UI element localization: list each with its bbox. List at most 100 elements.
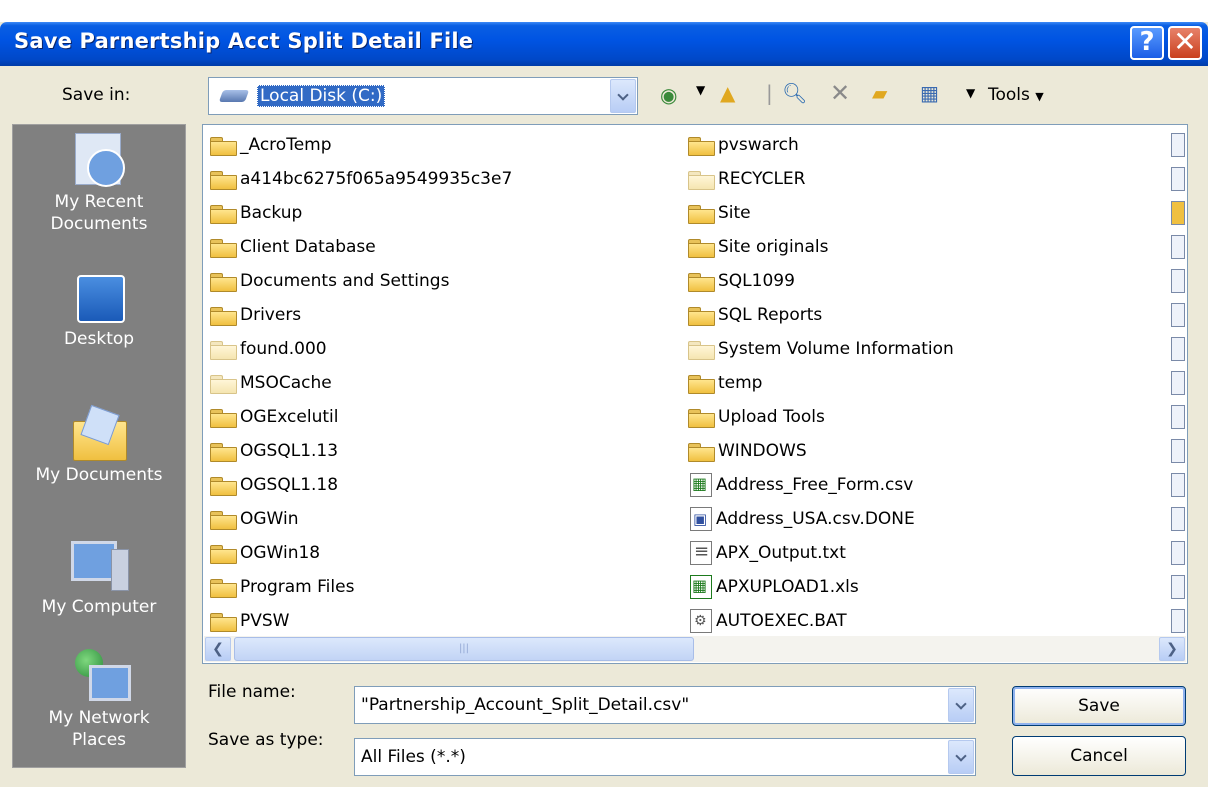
list-item[interactable]: Site [687,198,751,228]
item-label: Site originals [718,237,829,257]
place-label: My Network Places [48,708,150,750]
item-label: temp [718,373,763,393]
views-dropdown-icon[interactable]: ▼ [966,86,975,100]
folder-icon [209,577,237,598]
back-icon[interactable]: ◉ [660,83,677,107]
chevron-down-icon[interactable] [948,688,974,722]
list-item[interactable]: Drivers [209,300,301,330]
save-in-dropdown[interactable]: Local Disk (C:) [208,77,638,115]
file-name-input[interactable]: "Partnership_Account_Split_Detail.csv" [354,686,976,724]
list-item[interactable]: SQL1099 [687,266,795,296]
cancel-button[interactable]: Cancel [1012,736,1186,776]
list-item[interactable]: Documents and Settings [209,266,449,296]
list-item[interactable]: AUTOEXEC.BAT [687,606,847,636]
file-name-value: "Partnership_Account_Split_Detail.csv" [361,695,690,715]
list-item[interactable]: OGSQL1.18 [209,470,338,500]
folder-icon [209,407,237,428]
item-label: OGSQL1.13 [240,441,339,461]
save-as-type-dropdown[interactable]: All Files (*.*) [354,738,976,776]
list-item[interactable]: Upload Tools [687,402,825,432]
back-dropdown-icon[interactable]: ▼ [696,83,705,97]
list-item[interactable]: PVSW [209,606,289,636]
list-item[interactable]: Program Files [209,572,354,602]
batch-file-icon [690,609,712,633]
list-item[interactable]: OGWin18 [209,538,320,568]
list-item[interactable]: Site originals [687,232,828,262]
generic-file-icon [690,507,712,531]
file-icon [1171,371,1185,395]
item-label: WINDOWS [718,441,807,461]
up-folder-icon[interactable]: ▲ [720,81,735,105]
search-web-icon[interactable]: 🔍︎ [782,81,807,105]
place-label: My Computer [41,597,157,617]
place-recent-documents[interactable]: My Recent Documents [13,133,185,235]
item-label: Documents and Settings [240,271,450,291]
list-item[interactable]: Client Database [209,232,376,262]
list-item[interactable]: OGWin [209,504,299,534]
new-folder-icon[interactable]: ▰ [872,81,887,105]
folder-icon [687,237,715,258]
file-icon [1171,201,1185,225]
horizontal-scrollbar[interactable]: ❮ ||| ❯ [204,636,1186,662]
close-button[interactable]: ✕ [1168,26,1202,60]
local-disk-icon [218,90,250,102]
my-documents-icon [69,404,129,461]
list-item[interactable]: OGExcelutil [209,402,338,432]
list-item[interactable]: RECYCLER [687,164,805,194]
file-icon [1171,235,1185,259]
item-label: Address_Free_Form.csv [716,475,914,495]
item-label: OGExcelutil [240,407,339,427]
delete-icon[interactable]: ✕ [830,79,850,107]
list-item[interactable]: OGSQL1.13 [209,436,338,466]
place-my-documents[interactable]: My Documents [13,404,185,485]
chevron-down-icon[interactable] [948,740,974,774]
item-label: MSOCache [240,373,332,393]
scroll-left-icon[interactable]: ❮ [205,637,231,661]
list-item[interactable]: found.000 [209,334,327,364]
list-item[interactable]: APXUPLOAD1.xls [687,572,859,602]
place-network-places[interactable]: My Network Places [13,649,185,751]
file-icon [1171,473,1185,497]
item-label: AUTOEXEC.BAT [716,611,847,631]
desktop-icon [69,271,129,323]
item-label: PVSW [240,611,290,631]
item-label: OGSQL1.18 [240,475,339,495]
chevron-down-icon[interactable] [610,79,636,113]
tools-menu[interactable]: Tools ▼ [988,85,1044,105]
file-icon [1171,337,1185,361]
save-button[interactable]: Save [1012,686,1186,726]
place-desktop[interactable]: Desktop [13,271,185,349]
folder-icon [209,169,237,190]
item-label: APXUPLOAD1.xls [716,577,859,597]
tools-label: Tools [988,85,1030,105]
list-item[interactable]: System Volume Information [687,334,954,364]
place-my-computer[interactable]: My Computer [13,539,185,617]
scroll-thumb[interactable]: ||| [234,637,694,661]
save-dialog: Save Parnertship Acct Split Detail File … [0,22,1208,787]
scroll-right-icon[interactable]: ❯ [1159,637,1185,661]
folder-icon [209,237,237,258]
list-item[interactable]: Backup [209,198,302,228]
list-item[interactable]: temp [687,368,762,398]
list-item[interactable]: Address_USA.csv.DONE [687,504,915,534]
list-item[interactable]: MSOCache [209,368,332,398]
list-item[interactable]: pvswarch [687,130,799,160]
file-list[interactable]: _AcroTemp a414bc6275f065a9549935c3e7 Bac… [202,124,1188,664]
file-icon [1171,133,1185,157]
my-computer-icon [69,539,129,591]
item-label: Backup [240,203,303,223]
views-icon[interactable]: ▦ [920,81,939,105]
folder-icon [687,407,715,428]
title-bar[interactable]: Save Parnertship Acct Split Detail File … [0,22,1208,66]
list-item[interactable]: WINDOWS [687,436,807,466]
help-button[interactable]: ? [1130,26,1164,60]
folder-icon [687,373,715,394]
list-item[interactable]: _AcroTemp [209,130,332,160]
folder-icon [687,441,715,462]
network-places-icon [69,649,131,701]
list-item[interactable]: SQL Reports [687,300,822,330]
save-as-type-value: All Files (*.*) [361,747,466,767]
list-item[interactable]: Address_Free_Form.csv [687,470,913,500]
list-item[interactable]: APX_Output.txt [687,538,846,568]
list-item[interactable]: a414bc6275f065a9549935c3e7 [209,164,512,194]
